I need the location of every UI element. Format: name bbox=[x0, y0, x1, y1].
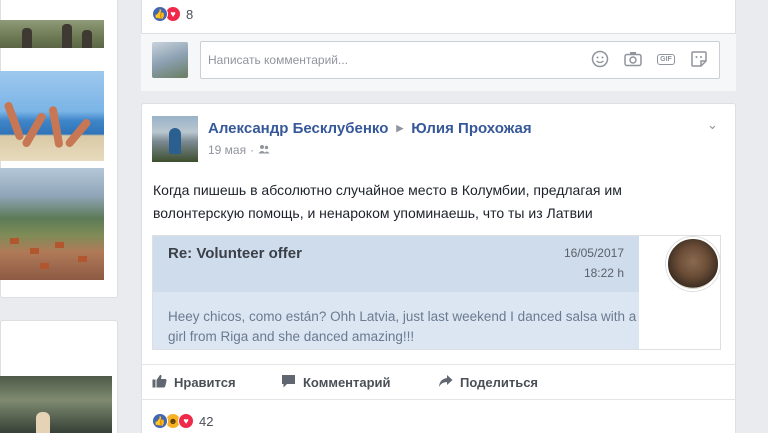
post-meta: 19 мая · bbox=[208, 143, 270, 157]
photo-thumbnail-beach[interactable] bbox=[0, 71, 104, 161]
post-header-names: Александр Бесклубенко ▶ Юлия Прохожая bbox=[208, 120, 532, 137]
like-button-label: Нравится bbox=[174, 375, 236, 390]
comment-button[interactable]: Комментарий bbox=[281, 374, 391, 391]
photo-roof bbox=[55, 242, 64, 248]
gif-label: GIF bbox=[657, 53, 675, 65]
share-button[interactable]: Поделиться bbox=[438, 374, 538, 391]
photo-roof bbox=[40, 263, 49, 269]
photo-roof bbox=[10, 238, 19, 244]
photo-figure bbox=[36, 412, 50, 433]
reactions-summary[interactable]: 👍 ♥ 8 bbox=[152, 6, 193, 22]
photo-figure bbox=[48, 105, 64, 149]
post-reaction-count: 42 bbox=[199, 413, 214, 429]
separator-dot: · bbox=[250, 143, 255, 157]
love-reaction-icon: ♥ bbox=[178, 413, 194, 429]
post-text: Когда пишешь в абсолютно случайное место… bbox=[153, 182, 622, 221]
photo-figure bbox=[3, 100, 25, 142]
like-button[interactable]: Нравится bbox=[152, 374, 236, 391]
post-reactions-summary[interactable]: 👍 ☻ ♥ 42 bbox=[152, 413, 213, 429]
photo-figure bbox=[21, 111, 47, 149]
photo-thumbnail-bus[interactable] bbox=[0, 376, 112, 433]
thumbs-up-icon bbox=[152, 374, 167, 391]
photo-figure bbox=[64, 117, 92, 149]
gif-icon[interactable]: GIF bbox=[656, 49, 676, 69]
email-time: 18:22 h bbox=[583, 266, 624, 280]
comment-icon bbox=[281, 374, 296, 391]
like-reaction-icon: 👍 bbox=[152, 413, 168, 429]
triangle-right-icon: ▶ bbox=[396, 123, 404, 133]
email-subject: Re: Volunteer offer bbox=[168, 245, 302, 262]
author-avatar[interactable] bbox=[152, 116, 198, 162]
avatar-figure bbox=[169, 128, 181, 154]
author-name-link[interactable]: Александр Бесклубенко bbox=[208, 120, 388, 137]
reaction-count: 8 bbox=[186, 6, 194, 22]
recipient-name-link[interactable]: Юлия Прохожая bbox=[411, 120, 531, 137]
photo-figure bbox=[22, 28, 32, 48]
friends-icon[interactable] bbox=[258, 143, 270, 157]
share-button-label: Поделиться bbox=[460, 375, 539, 390]
photo-roof bbox=[78, 256, 87, 262]
photo-thumbnail-group[interactable] bbox=[0, 20, 104, 48]
user-avatar[interactable] bbox=[152, 42, 188, 78]
like-reaction-icon: 👍 bbox=[152, 6, 168, 22]
photo-figure bbox=[82, 30, 92, 48]
smiley-icon[interactable] bbox=[590, 49, 610, 69]
email-date: 16/05/2017 bbox=[563, 246, 624, 260]
camera-icon[interactable] bbox=[623, 49, 643, 69]
photo-roof bbox=[30, 248, 39, 254]
email-sender-avatar bbox=[666, 237, 720, 291]
sticker-icon[interactable] bbox=[689, 49, 709, 69]
photo-thumbnail-town[interactable] bbox=[0, 168, 104, 280]
comment-button-label: Комментарий bbox=[303, 375, 391, 390]
share-arrow-icon bbox=[438, 374, 453, 391]
post-date-link[interactable]: 19 мая bbox=[208, 143, 246, 157]
email-body: Heey chicos, como están? Ohh Latvia, jus… bbox=[168, 309, 637, 344]
chevron-down-icon[interactable]: ⌄ bbox=[707, 117, 718, 133]
photo-figure bbox=[62, 24, 72, 48]
